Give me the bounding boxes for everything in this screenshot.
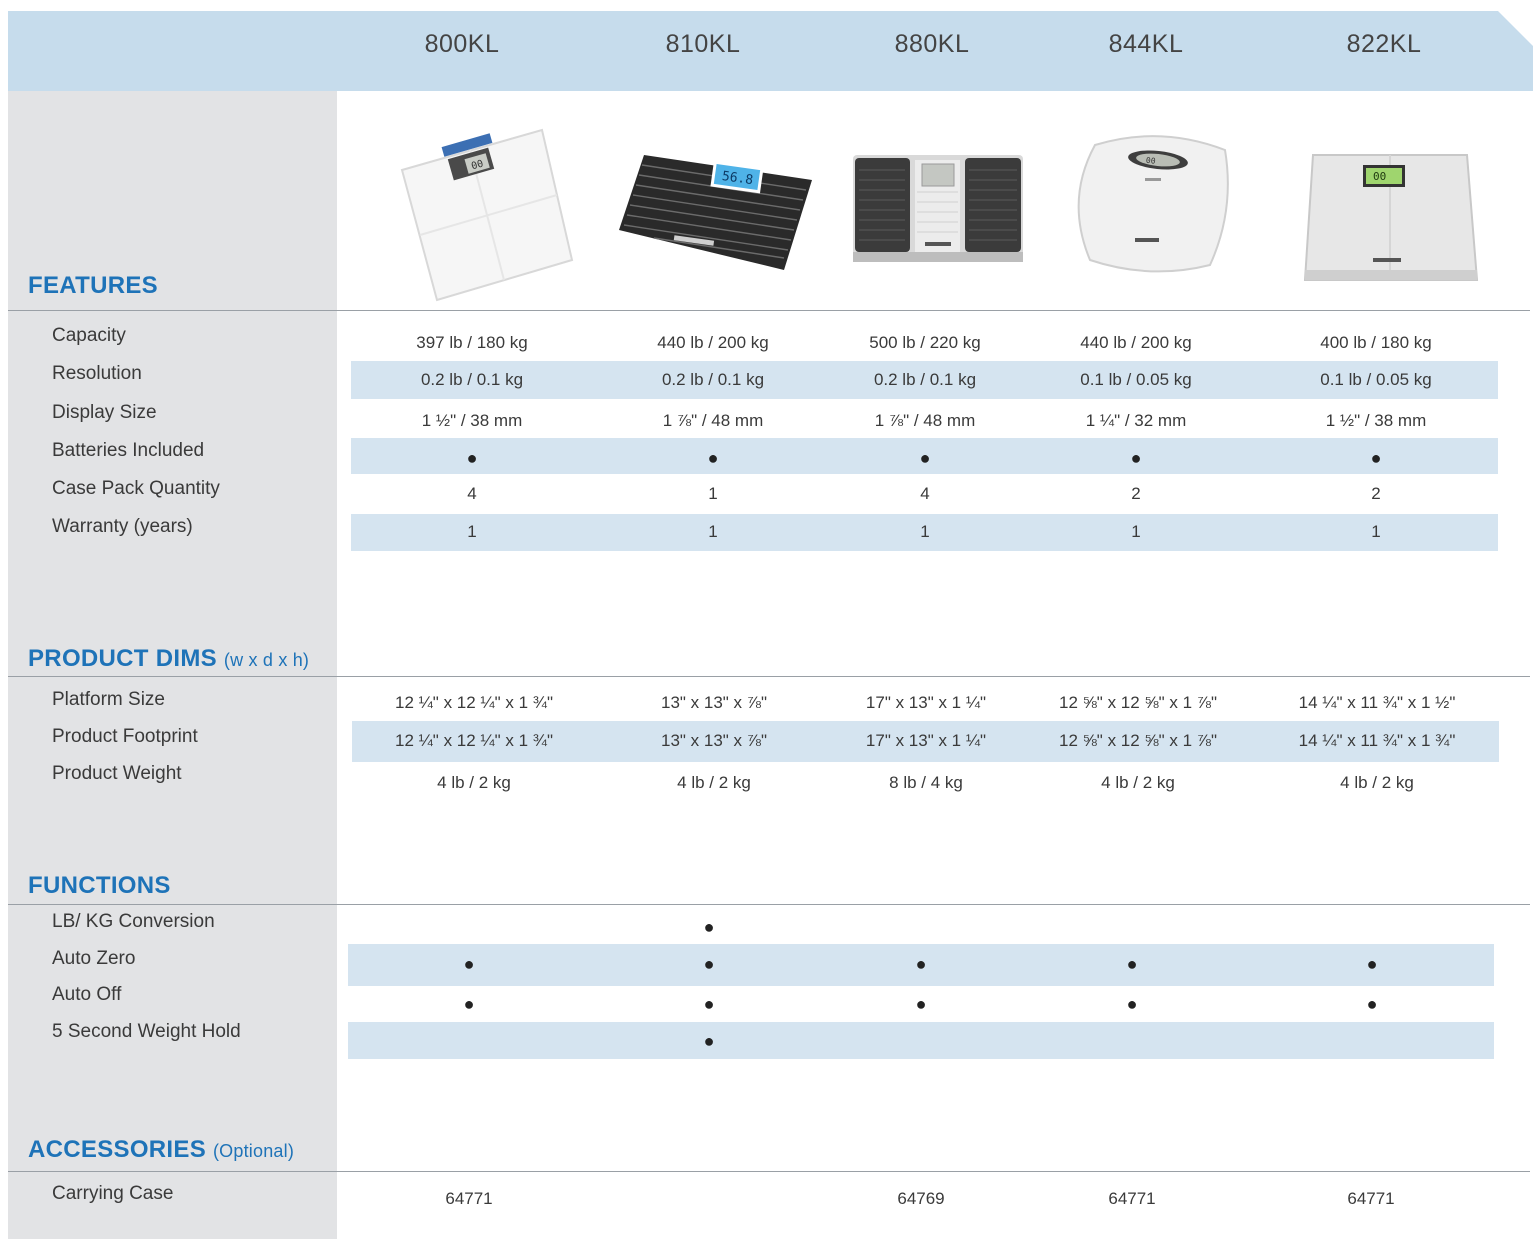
bullet-indicator: ● <box>1366 994 1378 1014</box>
bullet-indicator: ● <box>1130 448 1142 468</box>
bullet-indicator: ● <box>1126 954 1138 974</box>
table-cell: 0.2 lb / 0.1 kg <box>420 370 524 389</box>
bullet-indicator: ● <box>703 954 715 974</box>
bullet-indicator: ● <box>703 917 715 937</box>
bullet-indicator: ● <box>915 954 927 974</box>
table-cell: 1 <box>708 522 718 541</box>
row-label-display-size: Display Size <box>52 402 157 423</box>
table-cell: 14 ¼" x 11 ¾" x 1 ½" <box>1298 693 1456 712</box>
bullet-indicator: ● <box>703 994 715 1014</box>
table-cell: 64769 <box>897 1189 945 1208</box>
header-corner-cut <box>1498 11 1533 46</box>
table-cell: 13" x 13" x ⅞" <box>661 693 767 712</box>
section-title-accessories: ACCESSORIES (Optional) <box>28 1136 295 1163</box>
table-cell: 400 lb / 180 kg <box>1320 333 1432 352</box>
table-cell: 1 ⅞" / 48 mm <box>662 411 764 430</box>
table-cell: 0.2 lb / 0.1 kg <box>873 370 977 389</box>
table-cell: 440 lb / 200 kg <box>1080 333 1192 352</box>
bullet-indicator: ● <box>919 448 931 468</box>
bullet-indicator: ● <box>707 448 719 468</box>
table-cell: 12 ¼" x 12 ¼" x 1 ¾" <box>395 731 553 750</box>
table-cell: 1 ½" / 38 mm <box>421 411 523 430</box>
table-cell: 17" x 13" x 1 ¼" <box>865 731 987 750</box>
table-cell: 12 ¼" x 12 ¼" x 1 ¾" <box>395 693 553 712</box>
table-cell: 1 <box>1371 522 1381 541</box>
table-cell: 64771 <box>1347 1189 1395 1208</box>
display-readout: 00 <box>1145 156 1156 166</box>
table-cell: 2 <box>1371 484 1381 503</box>
product-image-880kl <box>845 120 1045 305</box>
product-image-800kl: 00 <box>382 120 582 305</box>
table-cell: 12 ⅝" x 12 ⅝" x 1 ⅞" <box>1059 731 1217 750</box>
row-label-platform-size: Platform Size <box>52 689 165 710</box>
table-cell: 0.1 lb / 0.05 kg <box>1080 370 1192 389</box>
table-cell: 13" x 13" x ⅞" <box>661 731 767 750</box>
row-label-product-footprint: Product Footprint <box>52 726 198 747</box>
bullet-indicator: ● <box>1126 994 1138 1014</box>
row-stripe <box>348 1022 1494 1059</box>
table-cell: 12 ⅝" x 12 ⅝" x 1 ⅞" <box>1059 693 1217 712</box>
table-cell: 4 lb / 2 kg <box>1101 773 1175 792</box>
table-cell: 1 <box>467 522 477 541</box>
table-cell: 500 lb / 220 kg <box>869 333 981 352</box>
row-label-warranty: Warranty (years) <box>52 516 193 537</box>
table-cell: 4 <box>920 484 930 503</box>
section-title-product-dims: PRODUCT DIMS (w x d x h) <box>28 645 310 672</box>
section-divider <box>8 676 1530 677</box>
section-subtitle: (w x d x h) <box>223 650 310 670</box>
table-cell: 2 <box>1131 484 1141 503</box>
table-cell: 14 ¼" x 11 ¾" x 1 ¾" <box>1298 731 1456 750</box>
product-image-810kl: 56.8 <box>614 120 814 305</box>
row-label-batteries-included: Batteries Included <box>52 440 205 461</box>
display-readout: 00 <box>1373 170 1386 183</box>
bullet-indicator: ● <box>1370 448 1382 468</box>
row-label-product-weight: Product Weight <box>52 763 182 784</box>
model-header-800kl: 800KL <box>424 30 500 58</box>
model-header-810kl: 810KL <box>665 30 741 58</box>
bullet-indicator: ● <box>466 448 478 468</box>
product-image-844kl: 00 <box>1060 120 1260 305</box>
table-cell: 17" x 13" x 1 ¼" <box>865 693 987 712</box>
table-cell: 64771 <box>1108 1189 1156 1208</box>
table-cell: 1 <box>920 522 930 541</box>
table-cell: 1 ½" / 38 mm <box>1325 411 1427 430</box>
row-label-5-second-weight-hold: 5 Second Weight Hold <box>52 1021 241 1042</box>
row-label-capacity: Capacity <box>52 325 126 346</box>
model-header-822kl: 822KL <box>1346 30 1422 58</box>
table-cell: 4 lb / 2 kg <box>437 773 511 792</box>
model-header-880kl: 880KL <box>894 30 970 58</box>
table-cell: 8 lb / 4 kg <box>889 773 963 792</box>
section-title-functions: FUNCTIONS <box>28 872 171 899</box>
table-cell: 64771 <box>445 1189 493 1208</box>
section-subtitle: (Optional) <box>212 1141 295 1161</box>
table-cell: 1 ⅞" / 48 mm <box>874 411 976 430</box>
bullet-indicator: ● <box>703 1031 715 1051</box>
table-cell: 4 <box>467 484 477 503</box>
bullet-indicator: ● <box>915 994 927 1014</box>
row-label-auto-off: Auto Off <box>52 984 122 1005</box>
model-header-844kl: 844KL <box>1108 30 1184 58</box>
table-cell: 1 <box>1131 522 1141 541</box>
row-label-resolution: Resolution <box>52 363 142 384</box>
bullet-indicator: ● <box>1366 954 1378 974</box>
table-cell: 440 lb / 200 kg <box>657 333 769 352</box>
row-label-lb-kg-conversion: LB/ KG Conversion <box>52 911 215 932</box>
table-cell: 4 lb / 2 kg <box>677 773 751 792</box>
table-cell: 397 lb / 180 kg <box>416 333 528 352</box>
table-cell: 0.1 lb / 0.05 kg <box>1320 370 1432 389</box>
section-divider <box>8 310 1530 311</box>
bullet-indicator: ● <box>463 994 475 1014</box>
section-divider <box>8 1171 1530 1172</box>
row-label-case-pack-quantity: Case Pack Quantity <box>52 478 220 499</box>
table-cell: 4 lb / 2 kg <box>1340 773 1414 792</box>
row-label-carrying-case: Carrying Case <box>52 1183 174 1204</box>
bullet-indicator: ● <box>463 954 475 974</box>
product-image-822kl: 00 <box>1295 120 1495 305</box>
section-divider <box>8 904 1530 905</box>
row-label-auto-zero: Auto Zero <box>52 948 136 969</box>
section-title-features: FEATURES <box>28 272 158 299</box>
table-cell: 0.2 lb / 0.1 kg <box>661 370 765 389</box>
table-cell: 1 ¼" / 32 mm <box>1085 411 1187 430</box>
table-cell: 1 <box>708 484 718 503</box>
